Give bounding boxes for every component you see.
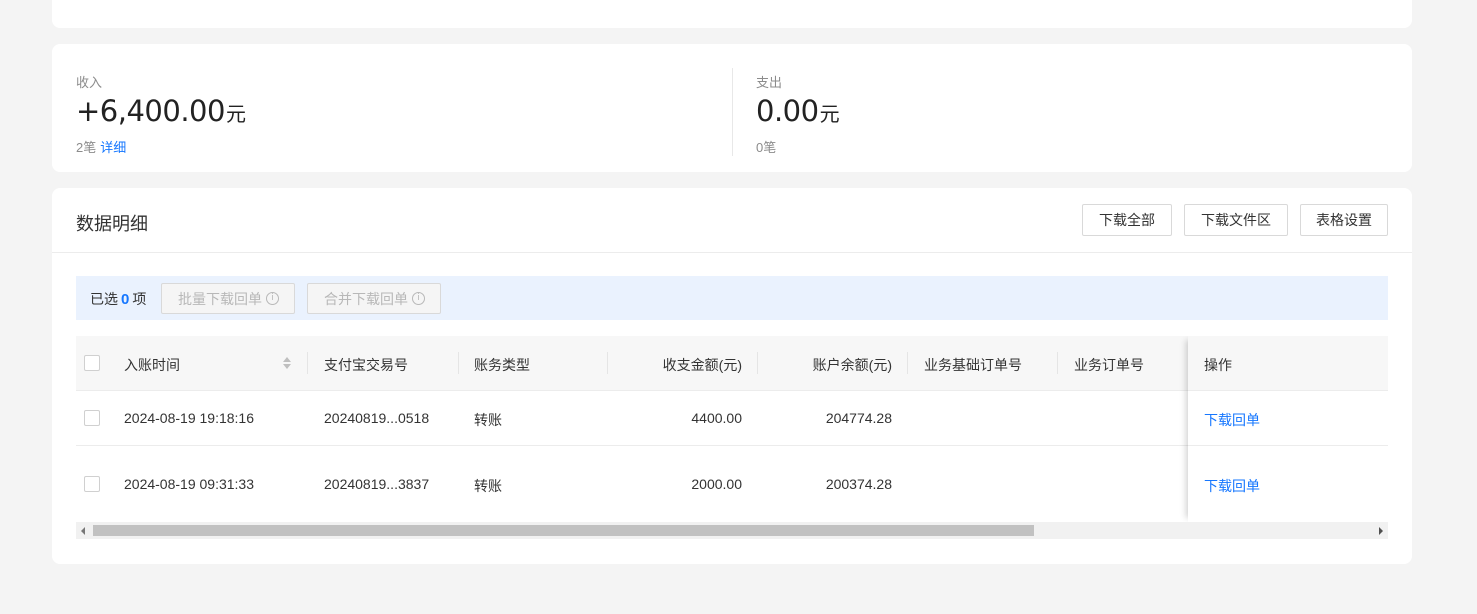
action-cell: 下载回单 bbox=[1188, 446, 1388, 522]
column-divider bbox=[757, 352, 758, 374]
income-amount: +6,400.00元 bbox=[76, 94, 246, 128]
selection-prefix: 已选 bbox=[90, 291, 118, 307]
info-circle-icon: i bbox=[412, 292, 425, 305]
cell-amount: 4400.00 bbox=[691, 410, 742, 426]
cell-type: 转账 bbox=[474, 478, 502, 494]
selection-suffix: 项 bbox=[132, 291, 147, 307]
info-circle-icon: i bbox=[266, 292, 279, 305]
download-all-button[interactable]: 下载全部 bbox=[1082, 204, 1172, 236]
select-all-checkbox[interactable] bbox=[84, 355, 100, 371]
column-header-trade-no: 支付宝交易号 bbox=[324, 357, 408, 373]
cell-balance: 200374.28 bbox=[825, 476, 892, 492]
expense-amount: 0.00元 bbox=[756, 94, 840, 128]
income-label: 收入 bbox=[76, 75, 103, 90]
download-area-button[interactable]: 下载文件区 bbox=[1184, 204, 1288, 236]
expense-amount-number: 0.00 bbox=[756, 94, 819, 128]
column-header-base-order: 业务基础订单号 bbox=[924, 357, 1022, 373]
cell-time: 2024-08-19 19:18:16 bbox=[124, 410, 254, 426]
detail-header: 数据明细 下载全部 下载文件区 表格设置 bbox=[52, 188, 1412, 253]
horizontal-scrollbar[interactable] bbox=[76, 522, 1388, 539]
selection-status: 已选 0 项 bbox=[90, 289, 146, 309]
column-header-type: 账务类型 bbox=[474, 357, 530, 373]
income-amount-number: +6,400.00 bbox=[76, 94, 225, 128]
column-header-order: 业务订单号 bbox=[1074, 357, 1144, 373]
expense-label: 支出 bbox=[756, 75, 783, 90]
selection-count: 0 bbox=[121, 291, 130, 308]
column-divider bbox=[1057, 352, 1058, 374]
cell-type: 转账 bbox=[474, 412, 502, 428]
batch-download-button[interactable]: 批量下载回单 i bbox=[161, 283, 295, 314]
column-divider bbox=[458, 352, 459, 374]
scrollbar-thumb[interactable] bbox=[93, 525, 1034, 536]
row-checkbox[interactable] bbox=[84, 410, 100, 426]
table-settings-button[interactable]: 表格设置 bbox=[1300, 204, 1388, 236]
column-header-action: 操作 bbox=[1204, 357, 1232, 373]
column-divider bbox=[907, 352, 908, 374]
cell-trade-no: 20240819...3837 bbox=[324, 476, 430, 492]
batch-download-label: 批量下载回单 bbox=[178, 290, 262, 307]
income-unit: 元 bbox=[225, 104, 246, 126]
income-count-line: 2笔 详细 bbox=[76, 137, 126, 156]
column-divider bbox=[307, 352, 308, 374]
income-count: 2笔 bbox=[76, 140, 97, 155]
cell-balance: 204774.28 bbox=[825, 410, 892, 426]
column-header-balance: 账户余额(元) bbox=[812, 357, 892, 373]
detail-title: 数据明细 bbox=[76, 214, 148, 234]
merge-download-label: 合并下载回单 bbox=[324, 290, 408, 307]
action-header-cell: 操作 bbox=[1188, 336, 1388, 391]
column-divider bbox=[607, 352, 608, 374]
column-header-amount: 收支金额(元) bbox=[662, 357, 742, 373]
summary-card: 收入 +6,400.00元 2笔 详细 支出 0.00元 0笔 bbox=[52, 44, 1412, 172]
transactions-table: 入账时间 支付宝交易号 账务类型 收支金额(元) 账户余额(元) 业务基础订单号… bbox=[76, 336, 1388, 539]
download-receipt-link[interactable]: 下载回单 bbox=[1204, 476, 1260, 496]
detail-card: 数据明细 下载全部 下载文件区 表格设置 已选 0 项 批量下载回单 i 合并下载回单… bbox=[52, 188, 1412, 564]
row-checkbox[interactable] bbox=[84, 476, 100, 492]
action-cell: 下载回单 bbox=[1188, 391, 1388, 446]
top-card bbox=[52, 0, 1412, 28]
summary-divider bbox=[732, 68, 733, 156]
cell-trade-no: 20240819...0518 bbox=[324, 410, 430, 426]
column-header-time: 入账时间 bbox=[124, 357, 180, 373]
expense-unit: 元 bbox=[819, 104, 840, 126]
fixed-action-column: 操作 下载回单 下载回单 bbox=[1188, 336, 1388, 522]
sort-icon[interactable] bbox=[282, 356, 292, 370]
merge-download-button[interactable]: 合并下载回单 i bbox=[307, 283, 441, 314]
selection-bar: 已选 0 项 批量下载回单 i 合并下载回单 i bbox=[76, 276, 1388, 320]
scroll-right-arrow-icon[interactable] bbox=[1379, 527, 1383, 535]
cell-time: 2024-08-19 09:31:33 bbox=[124, 476, 254, 492]
download-receipt-link[interactable]: 下载回单 bbox=[1204, 410, 1260, 430]
cell-amount: 2000.00 bbox=[691, 476, 742, 492]
expense-count: 0笔 bbox=[756, 140, 777, 155]
scroll-left-arrow-icon[interactable] bbox=[81, 527, 85, 535]
income-detail-link[interactable]: 详细 bbox=[100, 140, 126, 155]
